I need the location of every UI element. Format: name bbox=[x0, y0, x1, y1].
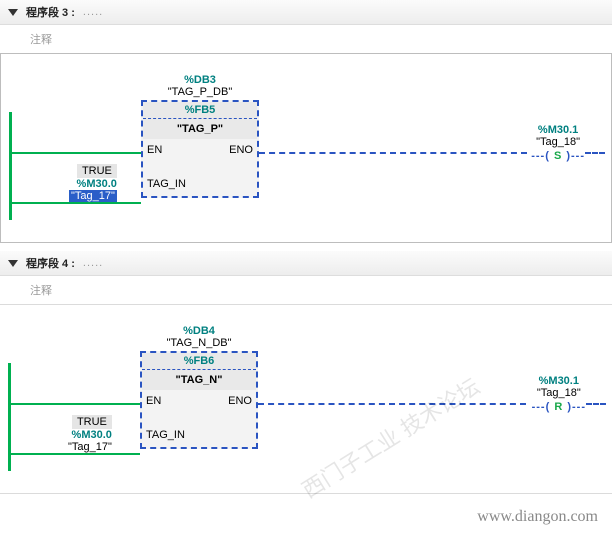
chevron-down-icon[interactable] bbox=[8, 9, 18, 16]
network-title: 程序段 3 : bbox=[26, 4, 75, 20]
ellipsis: ..... bbox=[83, 257, 103, 269]
fb-label: "TAG_P" bbox=[143, 119, 257, 139]
fb-type: %FB5 bbox=[143, 102, 257, 119]
network-header[interactable]: 程序段 4 : ..... bbox=[0, 251, 612, 276]
rung-area[interactable]: %DB3 "TAG_P_DB" %FB5 "TAG_P" EN ENO TAG_… bbox=[0, 53, 612, 243]
coil-address: %M30.1 bbox=[531, 124, 585, 136]
fb-ports: EN ENO bbox=[143, 139, 257, 176]
db-address: %DB4 bbox=[140, 325, 258, 337]
input-address: %M30.0 bbox=[68, 429, 112, 441]
port-en[interactable]: EN bbox=[146, 395, 161, 407]
input-tag-selected[interactable]: "Tag_17" bbox=[69, 190, 117, 202]
input-true-label: TRUE bbox=[77, 164, 117, 178]
network-header[interactable]: 程序段 3 : ..... bbox=[0, 0, 612, 25]
input-true-label: TRUE bbox=[72, 415, 112, 429]
rung-area[interactable]: %DB4 "TAG_N_DB" %FB6 "TAG_N" EN ENO TAG_… bbox=[0, 304, 612, 494]
wire-end-dashed bbox=[586, 403, 606, 405]
network-3: 程序段 3 : ..... 注释 %DB3 "TAG_P_DB" %FB5 "T… bbox=[0, 0, 612, 243]
wire-input-branch bbox=[9, 202, 141, 204]
wire-end-dashed bbox=[585, 152, 605, 154]
input-address: %M30.0 bbox=[69, 178, 117, 190]
fb-box[interactable]: %FB6 "TAG_N" EN ENO TAG_IN bbox=[140, 351, 258, 449]
coil-address: %M30.1 bbox=[532, 375, 586, 387]
network-title: 程序段 4 : bbox=[26, 255, 75, 271]
coil-output[interactable]: %M30.1 "Tag_18" ---( R )--- bbox=[532, 375, 586, 413]
fb-ports: EN ENO bbox=[142, 390, 256, 427]
wire-eno-dashed bbox=[258, 403, 526, 405]
db-name: "TAG_P_DB" bbox=[141, 86, 259, 98]
port-en[interactable]: EN bbox=[147, 144, 162, 156]
port-tag-in[interactable]: TAG_IN bbox=[142, 427, 256, 447]
watermark-diagonal: 西门子工业 技术论坛 bbox=[295, 369, 485, 504]
input-operand[interactable]: TRUE %M30.0 "Tag_17" bbox=[68, 415, 112, 453]
function-block[interactable]: %DB3 "TAG_P_DB" %FB5 "TAG_P" EN ENO TAG_… bbox=[141, 74, 259, 198]
chevron-down-icon[interactable] bbox=[8, 260, 18, 267]
wire-branch-down bbox=[8, 403, 10, 455]
footer-url: www.diangon.com bbox=[0, 502, 612, 532]
wire-input-branch bbox=[8, 453, 140, 455]
coil-reset[interactable]: ---( R )--- bbox=[532, 401, 586, 413]
port-tag-in[interactable]: TAG_IN bbox=[143, 176, 257, 196]
input-tag[interactable]: "Tag_17" bbox=[68, 441, 112, 453]
fb-type: %FB6 bbox=[142, 353, 256, 370]
coil-tag: "Tag_18" bbox=[532, 387, 586, 399]
coil-set[interactable]: ---( S )--- bbox=[531, 150, 585, 162]
db-address: %DB3 bbox=[141, 74, 259, 86]
input-operand[interactable]: TRUE %M30.0 "Tag_17" bbox=[69, 164, 117, 202]
port-eno[interactable]: ENO bbox=[229, 144, 253, 156]
ellipsis: ..... bbox=[83, 6, 103, 18]
coil-output[interactable]: %M30.1 "Tag_18" ---( S )--- bbox=[531, 124, 585, 162]
fb-box[interactable]: %FB5 "TAG_P" EN ENO TAG_IN bbox=[141, 100, 259, 198]
network-4: 程序段 4 : ..... 注释 %DB4 "TAG_N_DB" %FB6 "T… bbox=[0, 251, 612, 494]
coil-tag: "Tag_18" bbox=[531, 136, 585, 148]
function-block[interactable]: %DB4 "TAG_N_DB" %FB6 "TAG_N" EN ENO TAG_… bbox=[140, 325, 258, 449]
network-comment[interactable]: 注释 bbox=[0, 276, 612, 304]
wire-eno-dashed bbox=[259, 152, 527, 154]
fb-label: "TAG_N" bbox=[142, 370, 256, 390]
wire-branch-down bbox=[9, 152, 11, 204]
port-eno[interactable]: ENO bbox=[228, 395, 252, 407]
network-comment[interactable]: 注释 bbox=[0, 25, 612, 53]
db-name: "TAG_N_DB" bbox=[140, 337, 258, 349]
